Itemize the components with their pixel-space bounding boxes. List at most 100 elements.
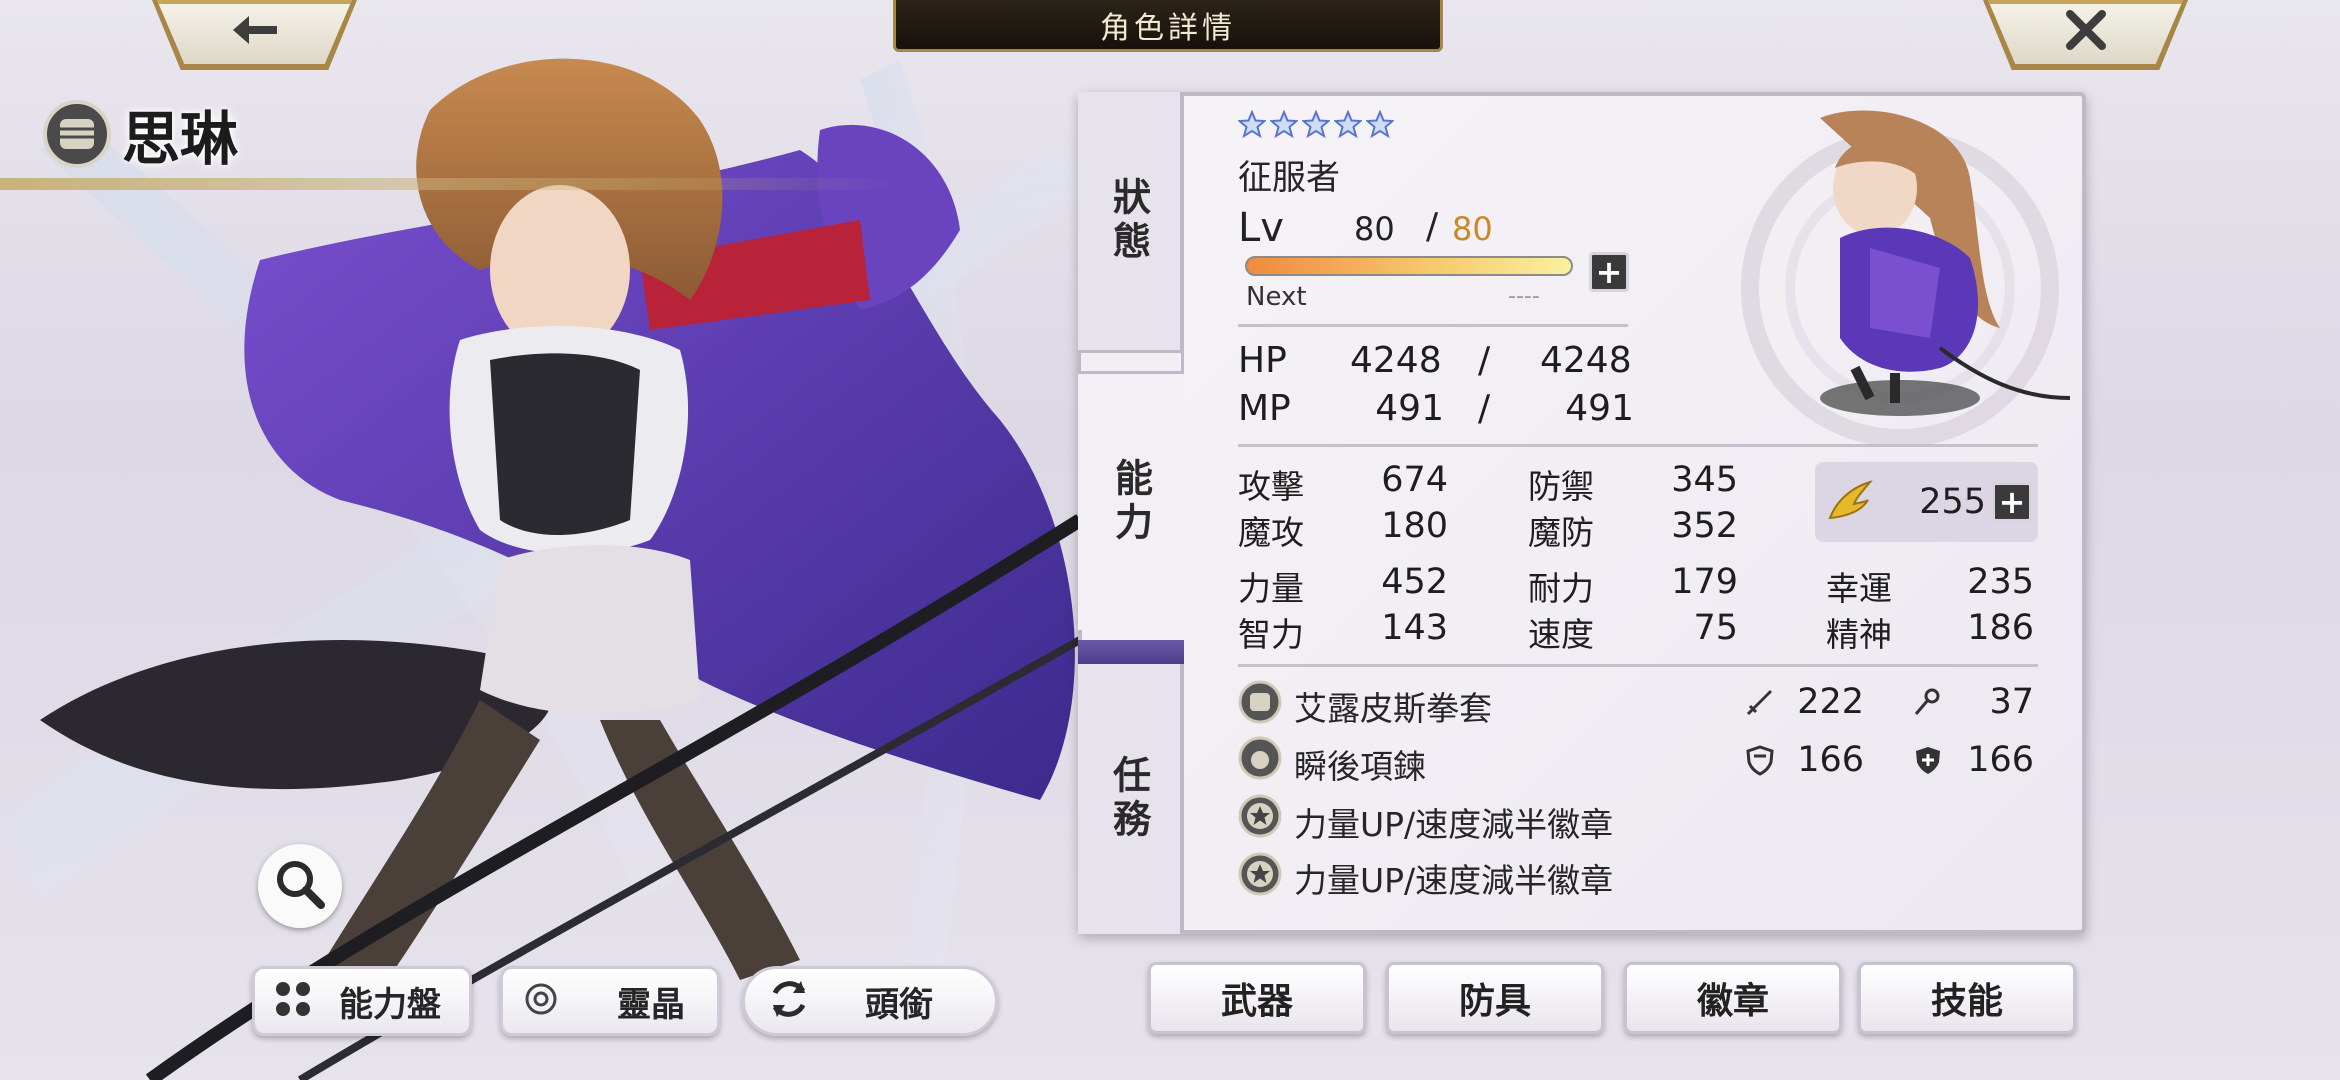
stat-spd-label: 速度 xyxy=(1528,615,1594,654)
hp-label: HP xyxy=(1238,340,1287,381)
badge-star-icon xyxy=(1238,852,1282,896)
stat-atk: 674 xyxy=(1381,460,1448,500)
character-name-block: 思琳 xyxy=(42,92,238,176)
crystal-button[interactable]: 靈晶 xyxy=(500,966,720,1036)
tab-status[interactable]: 狀態 xyxy=(1078,92,1184,350)
badge-button-label: 徽章 xyxy=(1696,980,1769,1022)
back-button[interactable] xyxy=(157,0,352,64)
level-label: Lv xyxy=(1238,205,1284,251)
armor-button[interactable]: 防具 xyxy=(1386,962,1604,1034)
golden-wing-icon xyxy=(1826,478,1874,528)
equip-weapon-stat1: 222 xyxy=(1797,682,1864,722)
divider xyxy=(1238,664,2038,667)
stat-vit: 179 xyxy=(1671,562,1738,602)
crystal-label: 靈晶 xyxy=(617,984,685,1025)
title-label: 頭銜 xyxy=(865,984,933,1025)
tab-ability[interactable]: 能力 xyxy=(1078,374,1184,630)
armor-button-label: 防具 xyxy=(1458,980,1531,1022)
weapon-button-label: 武器 xyxy=(1220,980,1293,1022)
stat-vit-label: 耐力 xyxy=(1528,569,1594,608)
back-arrow-icon xyxy=(229,12,281,52)
star-icon xyxy=(1238,110,1266,138)
equip-badge-2-name[interactable]: 力量UP/速度減半徽章 xyxy=(1294,854,1613,902)
ability-board-label: 能力盤 xyxy=(339,984,441,1025)
stat-str: 452 xyxy=(1381,562,1448,602)
ether-plus-button[interactable]: + xyxy=(1992,482,2032,522)
star-icon xyxy=(1270,110,1298,138)
stat-atk-label: 攻擊 xyxy=(1238,467,1304,506)
hp-sep: / xyxy=(1478,340,1491,381)
stat-str-label: 力量 xyxy=(1238,569,1304,608)
close-icon xyxy=(2064,8,2108,56)
character-name: 思琳 xyxy=(122,105,239,173)
magic-shield-icon xyxy=(1912,744,1944,780)
exp-bar xyxy=(1245,256,1573,276)
stat-luck: 235 xyxy=(1967,562,2034,602)
stat-luck-label: 幸運 xyxy=(1826,569,1892,608)
tab-quest[interactable]: 任務 xyxy=(1078,664,1184,934)
mp-value: 491 xyxy=(1375,388,1444,429)
crystal-icon xyxy=(521,979,561,1023)
stat-matk: 180 xyxy=(1381,506,1448,546)
mp-sep: / xyxy=(1478,388,1491,429)
shield-icon xyxy=(1744,744,1776,780)
plus-icon: + xyxy=(1595,253,1623,291)
rarity-stars xyxy=(1238,110,1394,138)
equip-necklace-name[interactable]: 瞬後項鍊 xyxy=(1294,740,1426,788)
tab-ability-label: 能力 xyxy=(1108,458,1154,546)
stat-mdef: 352 xyxy=(1671,506,1738,546)
mp-label: MP xyxy=(1238,388,1291,429)
hp-max: 4248 xyxy=(1540,340,1632,381)
close-button[interactable] xyxy=(1988,0,2183,64)
equip-weapon-stat2: 37 xyxy=(1989,682,2034,722)
title-bar: 角色詳情 xyxy=(893,0,1443,52)
necklace-icon xyxy=(1238,736,1282,780)
title-button[interactable]: 頭銜 xyxy=(742,966,998,1036)
star-icon xyxy=(1302,110,1330,138)
stat-matk-label: 魔攻 xyxy=(1238,513,1304,552)
zoom-button[interactable] xyxy=(258,844,342,928)
stat-spd: 75 xyxy=(1693,608,1738,648)
badge-button[interactable]: 徽章 xyxy=(1624,962,1842,1034)
tab-status-label: 狀態 xyxy=(1106,177,1152,265)
equip-weapon-name[interactable]: 艾露皮斯拳套 xyxy=(1294,682,1492,730)
weapon-button[interactable]: 武器 xyxy=(1148,962,1366,1034)
level-max: 80 xyxy=(1452,210,1493,248)
equip-badge-1-name[interactable]: 力量UP/速度減半徽章 xyxy=(1294,798,1613,846)
skill-button-label: 技能 xyxy=(1930,980,2003,1022)
sword-icon xyxy=(1744,686,1776,722)
refresh-icon xyxy=(763,973,815,1029)
skill-button[interactable]: 技能 xyxy=(1858,962,2076,1034)
star-icon xyxy=(1366,110,1394,138)
equip-necklace-stat1: 166 xyxy=(1797,740,1864,780)
divider xyxy=(1238,324,1628,327)
next-label: Next xyxy=(1246,282,1307,312)
fist-weapon-icon xyxy=(1238,680,1282,724)
badge-star-icon xyxy=(1238,794,1282,838)
hp-value: 4248 xyxy=(1350,340,1442,381)
level-slash: / xyxy=(1426,206,1439,247)
side-tabs: 狀態 能力 任務 xyxy=(1078,92,1184,934)
equip-necklace-stat2: 166 xyxy=(1967,740,2034,780)
stat-mdef-label: 魔防 xyxy=(1528,513,1594,552)
tab-divider xyxy=(1078,350,1184,374)
fist-icon xyxy=(42,99,112,169)
stat-def-label: 防禦 xyxy=(1528,467,1594,506)
stat-spi-label: 精神 xyxy=(1826,615,1892,654)
mp-max: 491 xyxy=(1565,388,1634,429)
plus-icon: + xyxy=(1998,483,2026,521)
stat-def: 345 xyxy=(1671,460,1738,500)
job-name: 征服者 xyxy=(1238,158,1340,198)
ability-board-icon xyxy=(273,979,313,1023)
tab-active-indicator xyxy=(1078,640,1184,664)
stat-int-label: 智力 xyxy=(1238,615,1304,654)
ability-board-button[interactable]: 能力盤 xyxy=(252,966,472,1036)
name-underline xyxy=(0,178,900,190)
chibi-portrait xyxy=(1741,110,2071,447)
page-title: 角色詳情 xyxy=(1100,10,1236,46)
stat-int: 143 xyxy=(1381,608,1448,648)
divider xyxy=(1238,444,2038,447)
staff-icon xyxy=(1912,686,1944,722)
level-up-button[interactable]: + xyxy=(1589,252,1629,292)
star-icon xyxy=(1334,110,1362,138)
